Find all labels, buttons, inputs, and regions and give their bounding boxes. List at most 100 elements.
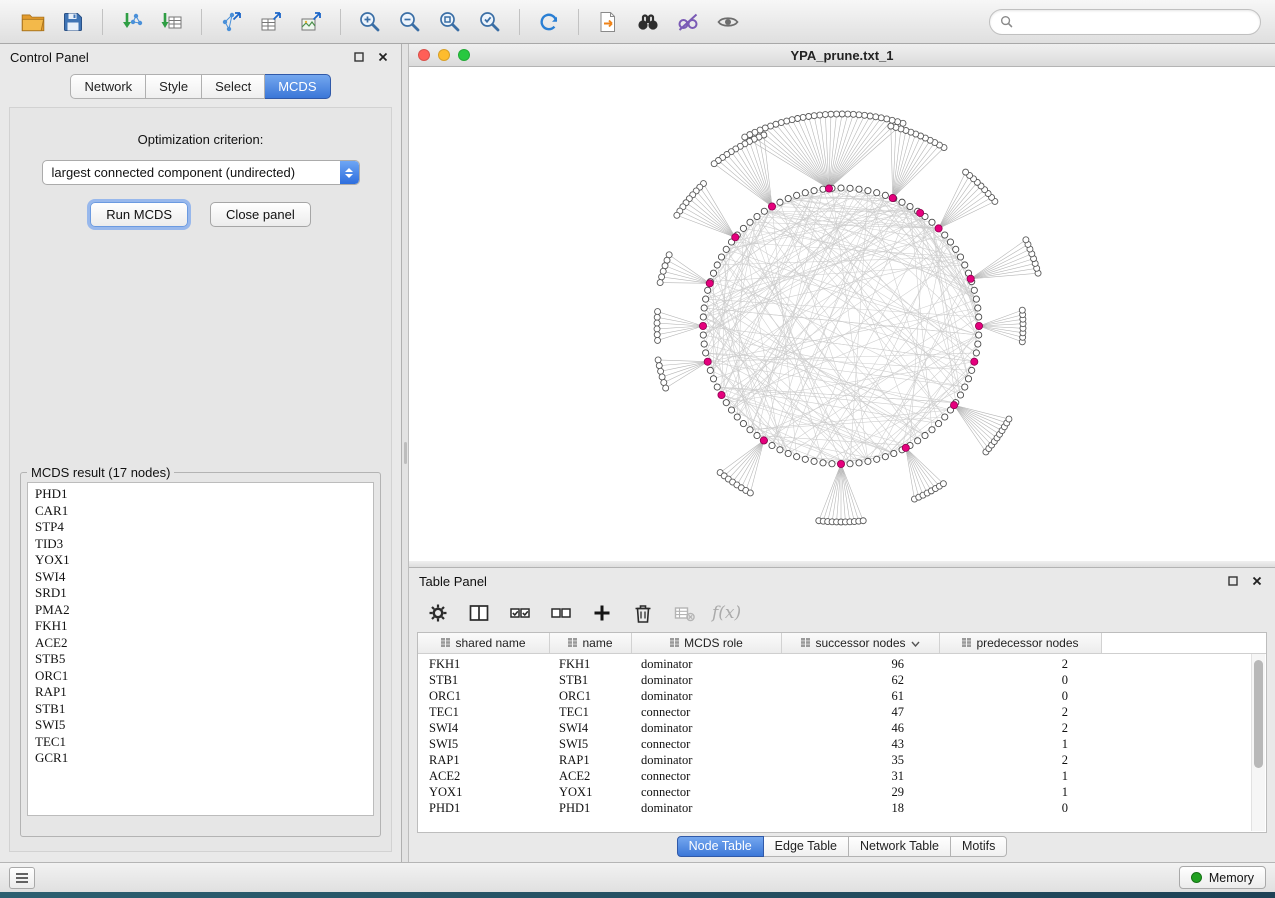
table-cell[interactable]: 0 [940, 673, 1102, 688]
column-header-successor-nodes[interactable]: successor nodes [782, 633, 940, 653]
table-cell[interactable]: SWI4 [418, 721, 550, 736]
mcds-result-item[interactable]: TEC1 [28, 734, 373, 751]
tab-node-table[interactable]: Node Table [677, 836, 764, 857]
close-panel-button[interactable]: Close panel [210, 202, 311, 227]
table-cell[interactable]: 62 [782, 673, 940, 688]
table-cell[interactable]: connector [632, 737, 782, 752]
vertical-splitter[interactable] [402, 44, 409, 862]
table-cell[interactable]: SWI5 [418, 737, 550, 752]
mcds-result-item[interactable]: ACE2 [28, 635, 373, 652]
column-header-mcds-role[interactable]: MCDS role [632, 633, 782, 653]
refresh-button[interactable] [530, 4, 568, 40]
tab-network-table[interactable]: Network Table [849, 836, 951, 857]
mcds-result-item[interactable]: SRD1 [28, 585, 373, 602]
share-document-button[interactable] [589, 4, 627, 40]
float-window-icon[interactable] [351, 49, 367, 65]
table-cell[interactable]: connector [632, 705, 782, 720]
export-image-button[interactable] [292, 4, 330, 40]
table-cell[interactable]: STB1 [550, 673, 632, 688]
open-file-button[interactable] [14, 4, 52, 40]
deselect-all-button[interactable] [548, 600, 574, 626]
table-cell[interactable]: TEC1 [418, 705, 550, 720]
select-all-button[interactable] [507, 600, 533, 626]
table-cell[interactable]: STB1 [418, 673, 550, 688]
table-cell[interactable]: 43 [782, 737, 940, 752]
table-cell[interactable]: ORC1 [550, 689, 632, 704]
tab-mcds[interactable]: MCDS [265, 74, 330, 99]
horizontal-splitter[interactable] [409, 561, 1275, 568]
table-cell[interactable]: 31 [782, 769, 940, 784]
table-cell[interactable]: ACE2 [550, 769, 632, 784]
table-cell[interactable]: TEC1 [550, 705, 632, 720]
table-cell[interactable]: connector [632, 785, 782, 800]
zoom-in-button[interactable] [351, 4, 389, 40]
import-network-button[interactable] [113, 4, 151, 40]
tab-style[interactable]: Style [146, 74, 202, 99]
table-scrollbar[interactable] [1251, 654, 1265, 831]
table-cell[interactable]: 2 [940, 753, 1102, 768]
table-cell[interactable]: YOX1 [418, 785, 550, 800]
traffic-zoom-button[interactable] [458, 49, 470, 61]
zoom-fit-button[interactable] [431, 4, 469, 40]
table-settings-button[interactable] [425, 600, 451, 626]
show-eye-button[interactable] [709, 4, 747, 40]
table-cell[interactable]: 0 [940, 801, 1102, 816]
search-field[interactable] [989, 9, 1261, 35]
export-table-button[interactable] [252, 4, 290, 40]
column-header-shared-name[interactable]: shared name [418, 633, 550, 653]
hide-glasses-button[interactable] [669, 4, 707, 40]
table-cell[interactable]: ACE2 [418, 769, 550, 784]
network-canvas[interactable] [409, 67, 1275, 561]
search-input[interactable] [1019, 13, 1250, 30]
table-cell[interactable]: SWI5 [550, 737, 632, 752]
table-cell[interactable]: 2 [940, 705, 1102, 720]
column-header-predecessor-nodes[interactable]: predecessor nodes [940, 633, 1102, 653]
table-cell[interactable]: dominator [632, 801, 782, 816]
mcds-result-item[interactable]: CAR1 [28, 503, 373, 520]
table-cell[interactable]: 18 [782, 801, 940, 816]
table-cell[interactable]: RAP1 [550, 753, 632, 768]
tab-motifs[interactable]: Motifs [951, 836, 1007, 857]
mcds-result-item[interactable]: STP4 [28, 519, 373, 536]
close-panel-icon[interactable] [1249, 573, 1265, 589]
scrollbar-thumb[interactable] [1254, 660, 1263, 768]
table-cell[interactable]: connector [632, 769, 782, 784]
save-session-button[interactable] [54, 4, 92, 40]
table-cell[interactable]: RAP1 [418, 753, 550, 768]
table-cell[interactable]: 0 [940, 689, 1102, 704]
float-window-icon[interactable] [1225, 573, 1241, 589]
table-cell[interactable]: 2 [940, 721, 1102, 736]
sort-chevron-icon[interactable] [911, 636, 920, 650]
mcds-result-item[interactable]: PHD1 [28, 486, 373, 503]
table-cell[interactable]: 29 [782, 785, 940, 800]
automation-menu-button[interactable] [9, 867, 35, 889]
table-cell[interactable]: dominator [632, 657, 782, 672]
search-network-button[interactable] [629, 4, 667, 40]
zoom-selected-button[interactable] [471, 4, 509, 40]
table-cell[interactable]: YOX1 [550, 785, 632, 800]
table-cell[interactable]: FKH1 [550, 657, 632, 672]
mcds-result-item[interactable]: STB5 [28, 651, 373, 668]
table-cell[interactable]: 1 [940, 737, 1102, 752]
traffic-close-button[interactable] [418, 49, 430, 61]
table-cell[interactable]: PHD1 [550, 801, 632, 816]
tab-edge-table[interactable]: Edge Table [764, 836, 849, 857]
table-cell[interactable]: 47 [782, 705, 940, 720]
table-cell[interactable]: 96 [782, 657, 940, 672]
tab-network[interactable]: Network [70, 74, 146, 99]
traffic-minimize-button[interactable] [438, 49, 450, 61]
table-cell[interactable]: dominator [632, 753, 782, 768]
memory-button[interactable]: Memory [1179, 866, 1266, 889]
table-cell[interactable]: 2 [940, 657, 1102, 672]
run-mcds-button[interactable]: Run MCDS [90, 202, 188, 227]
table-cell[interactable]: dominator [632, 689, 782, 704]
table-cell[interactable]: dominator [632, 673, 782, 688]
mcds-result-item[interactable]: RAP1 [28, 684, 373, 701]
mcds-result-item[interactable]: YOX1 [28, 552, 373, 569]
delete-column-button[interactable] [630, 600, 656, 626]
table-cell[interactable]: PHD1 [418, 801, 550, 816]
mcds-result-item[interactable]: FKH1 [28, 618, 373, 635]
mcds-result-item[interactable]: PMA2 [28, 602, 373, 619]
mcds-result-item[interactable]: ORC1 [28, 668, 373, 685]
tab-select[interactable]: Select [202, 74, 265, 99]
